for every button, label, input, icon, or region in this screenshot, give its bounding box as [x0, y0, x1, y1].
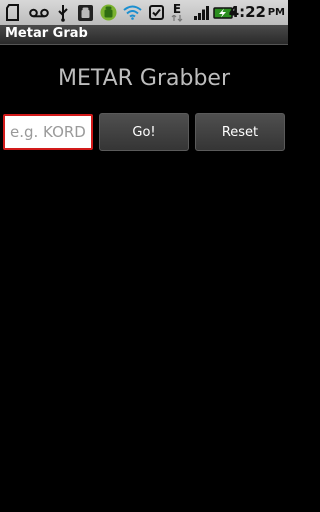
android-debug-icon	[76, 3, 94, 22]
checkbox-icon	[148, 3, 164, 22]
station-code-input[interactable]	[3, 114, 93, 150]
voicemail-icon	[28, 3, 50, 22]
reset-button[interactable]: Reset	[195, 113, 285, 151]
go-button[interactable]: Go!	[99, 113, 189, 151]
android-update-icon	[98, 3, 118, 22]
status-bar: E 4:22 PM	[0, 0, 288, 25]
wifi-icon	[122, 3, 142, 22]
status-ampm: PM	[267, 7, 285, 18]
app-title: Metar Grab	[5, 26, 88, 41]
status-time: 4:22	[228, 3, 266, 21]
sd-card-icon	[5, 3, 19, 22]
app-screen: E 4:22 PM Metar Grab METAR Grabber Go! R…	[0, 0, 288, 512]
app-title-bar: Metar Grab	[0, 25, 288, 45]
signal-icon	[192, 3, 210, 22]
data-network-icon: E	[169, 3, 185, 22]
network-type-label: E	[172, 2, 182, 16]
page-title: METAR Grabber	[57, 66, 231, 91]
usb-icon	[56, 3, 70, 22]
